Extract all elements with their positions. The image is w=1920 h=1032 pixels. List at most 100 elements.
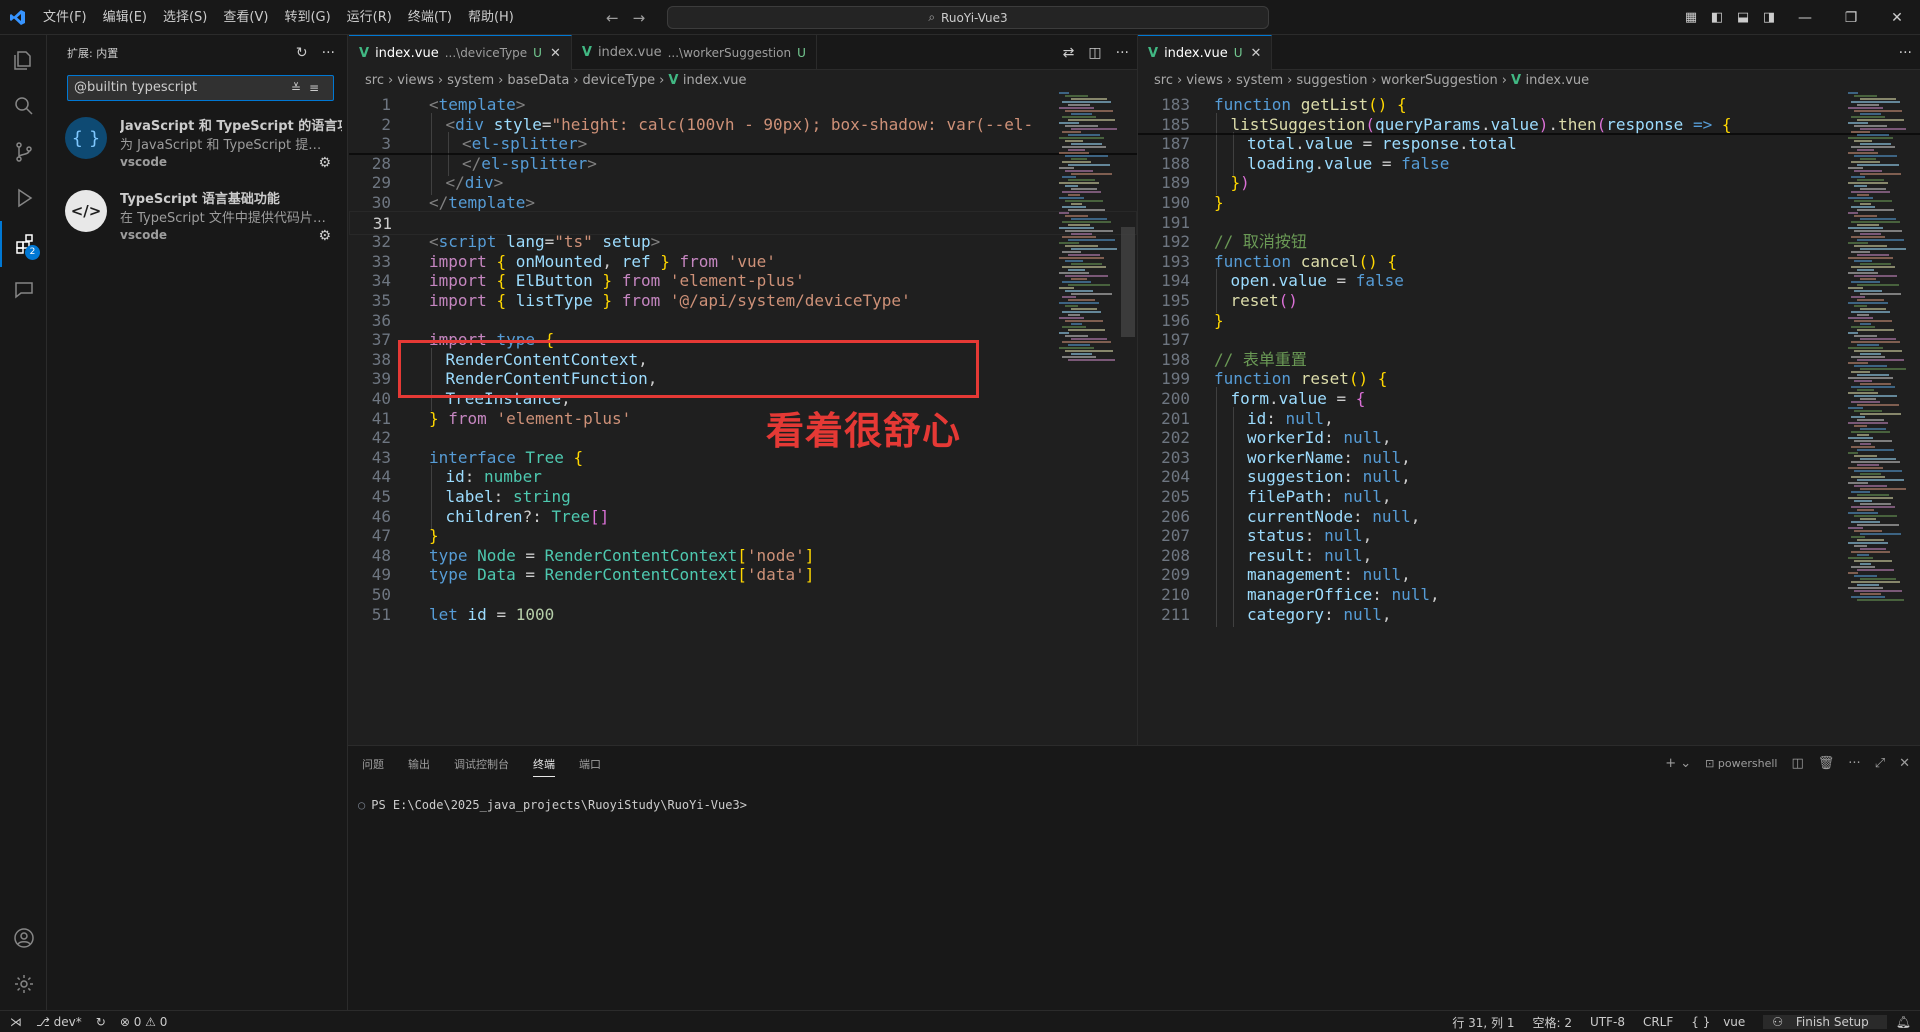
scrollbar-thumb[interactable] (1121, 227, 1135, 337)
extension-item[interactable]: </> TypeScript 语言基础功能在 TypeScript 文件中提供代码… (59, 184, 345, 254)
minimap-line (1848, 557, 1873, 559)
command-center-search[interactable]: ⌕ RuoYi-Vue3 (667, 6, 1269, 29)
line-ending[interactable]: CRLF (1634, 1015, 1682, 1029)
breadcrumb-item[interactable]: workerSuggestion (1381, 73, 1498, 88)
close-panel-icon[interactable]: ✕ (1899, 756, 1910, 771)
minimap-line (1059, 242, 1079, 244)
minimap-line (1854, 455, 1877, 457)
problems-indicator[interactable]: ⊗ 0 ⚠ 0 (120, 1015, 168, 1029)
minimap-line (1065, 125, 1098, 127)
minimap-line (1062, 311, 1101, 313)
breadcrumb-item[interactable]: suggestion (1296, 73, 1367, 88)
panel-tab[interactable]: 输出 (408, 756, 430, 772)
extension-settings-gear-icon[interactable]: ⚙ (318, 228, 331, 244)
breadcrumb-item[interactable]: index.vue (1526, 73, 1590, 88)
menu-item[interactable]: 编辑(E) (95, 0, 155, 35)
explorer-icon[interactable] (0, 37, 47, 83)
extensions-icon[interactable]: 2 (0, 221, 47, 267)
menu-item[interactable]: 转到(G) (276, 0, 338, 35)
indentation[interactable]: 空格: 2 (1523, 1014, 1581, 1031)
editor-more-icon[interactable]: ··· (1116, 45, 1129, 61)
run-debug-icon[interactable] (0, 175, 47, 221)
customize-layout-icon[interactable]: ▦ (1678, 10, 1704, 25)
language-mode[interactable]: { } vue (1682, 1015, 1763, 1029)
panel-tab[interactable]: 问题 (362, 756, 384, 772)
breadcrumb-item[interactable]: views (397, 73, 434, 88)
forward-arrow-icon[interactable]: → (633, 9, 646, 27)
tab-close-icon[interactable]: ✕ (550, 46, 561, 61)
refresh-icon[interactable]: ↻ (296, 45, 308, 61)
breadcrumb-item[interactable]: src (365, 73, 384, 88)
code-editor-right[interactable]: 183 function getList() {185 listSuggestion… (1138, 92, 1920, 745)
panel-tab[interactable]: 调试控制台 (454, 756, 509, 772)
menu-item[interactable]: 终端(T) (400, 0, 460, 35)
breadcrumb-item[interactable]: baseData (507, 73, 569, 88)
minimap-line (1860, 458, 1896, 460)
minimap-line (1857, 164, 1899, 166)
cursor-position[interactable]: 行 31, 列 1 (1443, 1014, 1523, 1031)
settings-gear-icon[interactable] (0, 961, 47, 1007)
menu-item[interactable]: 选择(S) (155, 0, 215, 35)
menu-item[interactable]: 文件(F) (35, 0, 95, 35)
tab-right-index[interactable]: V index.vue U ✕ (1138, 35, 1273, 70)
tab-close-icon[interactable]: ✕ (1251, 46, 1262, 61)
terminal-shell-label[interactable]: ⊡ powershell (1705, 757, 1777, 770)
editor-more-icon[interactable]: ··· (1899, 45, 1912, 61)
restore-button[interactable]: ❐ (1828, 10, 1874, 26)
maximize-panel-icon[interactable]: ⤢ (1875, 756, 1885, 771)
toggle-panel-icon[interactable]: ⬓ (1730, 10, 1756, 25)
toggle-secondary-sidebar-icon[interactable]: ◨ (1756, 10, 1782, 25)
new-terminal-icon[interactable]: + ⌄ (1665, 756, 1691, 771)
breadcrumb-item[interactable]: system (447, 73, 494, 88)
extension-settings-gear-icon[interactable]: ⚙ (318, 155, 331, 171)
breadcrumb-item[interactable]: deviceType (583, 73, 656, 88)
finish-setup-button[interactable]: ⚇ Finish Setup (1763, 1015, 1887, 1029)
compare-changes-icon[interactable]: ⇄ (1063, 45, 1075, 61)
menu-item[interactable]: 帮助(H) (460, 0, 522, 35)
source-control-icon[interactable] (0, 129, 47, 175)
sync-icon[interactable]: ↻ (96, 1015, 106, 1029)
extension-item[interactable]: { } JavaScript 和 TypeScript 的语言功能为 JavaSc… (59, 111, 345, 181)
menu-item[interactable]: 查看(V) (215, 0, 276, 35)
minimap-line (1851, 551, 1890, 553)
minimap-line (1860, 113, 1881, 115)
tab-workersuggestion-index[interactable]: V index.vue ...\workerSuggestion U (572, 35, 817, 70)
left-tab-bar: V index.vue ...\deviceType U ✕ V index.v… (349, 35, 1137, 70)
minimap-line (1071, 353, 1092, 355)
extensions-search-input[interactable]: @builtin typescript ≚≡ (67, 75, 334, 101)
back-arrow-icon[interactable]: ← (606, 9, 619, 27)
split-editor-icon[interactable]: ◫ (1088, 45, 1101, 61)
kill-terminal-icon[interactable]: 🗑 (1818, 756, 1835, 771)
breadcrumb-item[interactable]: system (1236, 73, 1283, 88)
split-terminal-icon[interactable]: ◫ (1791, 756, 1803, 771)
filter-icon[interactable]: ≡ (309, 81, 327, 95)
branch-indicator[interactable]: ⎇ dev* (36, 1015, 82, 1029)
encoding[interactable]: UTF-8 (1581, 1015, 1634, 1029)
minimap[interactable] (1059, 92, 1123, 745)
minimize-button[interactable]: — (1782, 10, 1828, 26)
minimap-line (1854, 410, 1882, 412)
breadcrumb-item[interactable]: index.vue (683, 73, 747, 88)
clear-filter-icon[interactable]: ≚ (291, 81, 309, 95)
toggle-sidebar-icon[interactable]: ◧ (1704, 10, 1730, 25)
tab-devicetype-index[interactable]: V index.vue ...\deviceType U ✕ (349, 35, 572, 70)
minimap[interactable] (1848, 92, 1912, 745)
breadcrumb-item[interactable]: src (1154, 73, 1173, 88)
minimap-line (1860, 173, 1901, 175)
minimap-line (1860, 473, 1881, 475)
chat-icon[interactable] (0, 267, 47, 313)
code-editor-left[interactable]: 1 <template> 2 <div style="height: calc(100… (349, 92, 1137, 745)
terminal-output[interactable]: ○ PS E:\Code\2025_java_projects\RuoyiStud… (358, 798, 747, 812)
panel-more-icon[interactable]: ··· (1848, 756, 1860, 771)
menu-item[interactable]: 运行(R) (339, 0, 400, 35)
panel-tab[interactable]: 终端 (533, 756, 555, 777)
search-view-icon[interactable] (0, 83, 47, 129)
notifications-bell-icon[interactable]: 🔔︎ (1887, 1015, 1920, 1029)
close-window-button[interactable]: ✕ (1874, 10, 1920, 26)
panel-tab[interactable]: 端口 (579, 756, 601, 772)
minimap-line (1857, 299, 1884, 301)
more-actions-icon[interactable]: ··· (322, 45, 335, 61)
account-icon[interactable] (0, 915, 47, 961)
remote-icon[interactable]: ⋊ (10, 1015, 22, 1029)
breadcrumb-item[interactable]: views (1186, 73, 1223, 88)
